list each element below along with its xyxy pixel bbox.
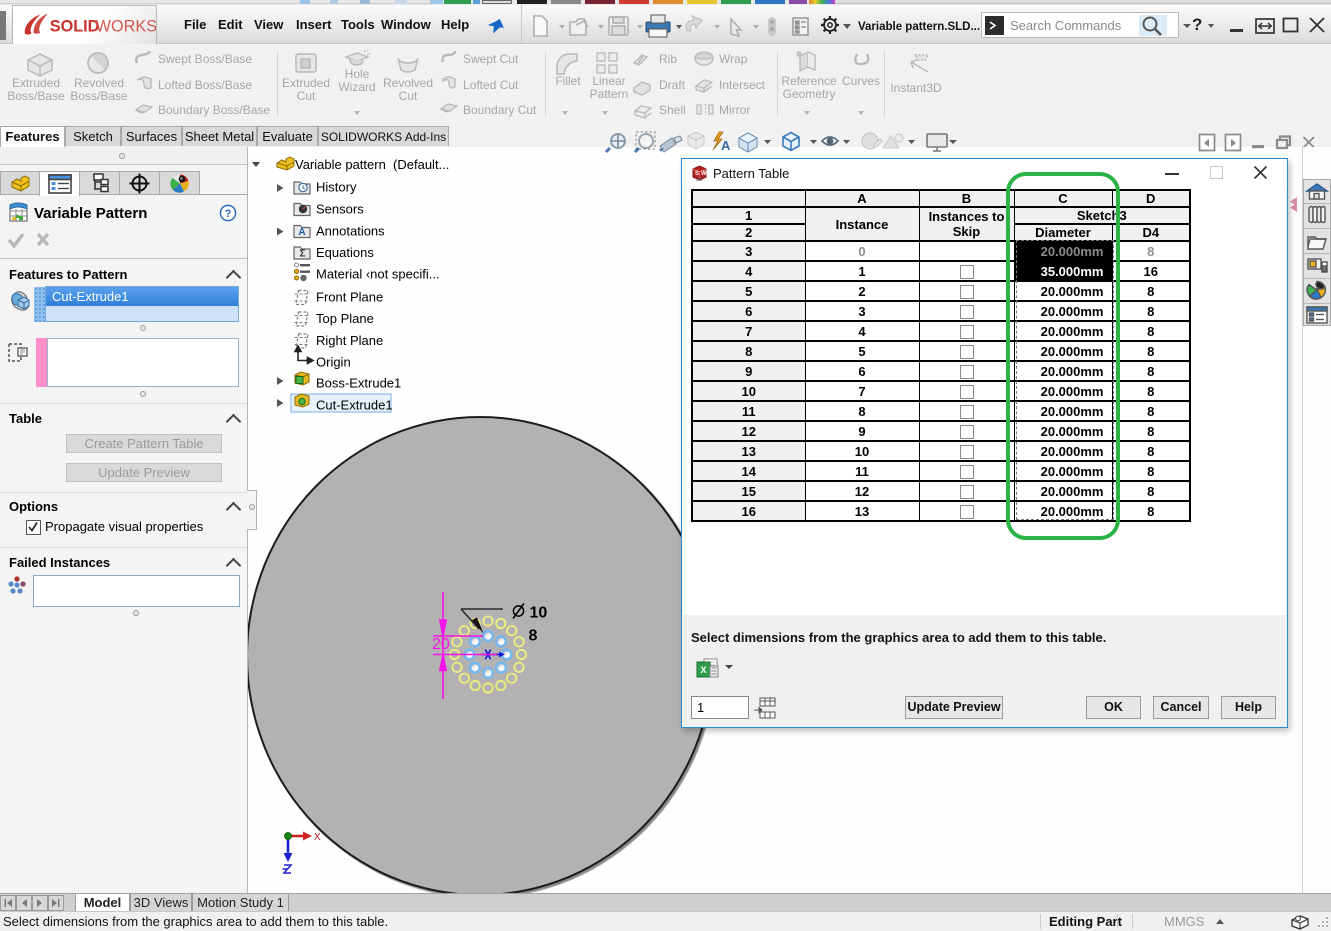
svg-text:History: History: [316, 180, 357, 195]
svg-text:Sensors: Sensors: [316, 202, 364, 217]
svg-text:Cut-Extrude1: Cut-Extrude1: [316, 398, 393, 413]
svg-text:Top Plane: Top Plane: [316, 311, 374, 326]
svg-text:Front Plane: Front Plane: [316, 290, 383, 305]
svg-text:Variable pattern (Default...: Variable pattern (Default...: [295, 157, 449, 172]
svg-text:Annotations: Annotations: [316, 224, 385, 239]
svg-text:8: 8: [529, 628, 538, 645]
svg-text:Right Plane: Right Plane: [316, 333, 383, 348]
svg-text:Boss-Extrude1: Boss-Extrude1: [316, 376, 401, 391]
svg-text:Equations: Equations: [316, 245, 374, 260]
svg-text:3D: 3D: [696, 177, 703, 183]
svg-text:A: A: [298, 227, 305, 238]
svg-text:10: 10: [530, 605, 548, 622]
svg-text:?: ?: [225, 208, 232, 220]
svg-text:A: A: [721, 138, 731, 153]
svg-text:Σ: Σ: [299, 249, 305, 260]
svg-text:X: X: [700, 665, 706, 675]
svg-text:Origin: Origin: [316, 355, 351, 370]
svg-text:20: 20: [432, 636, 450, 653]
svg-text:X: X: [314, 832, 321, 843]
svg-text:WORKS: WORKS: [96, 17, 156, 35]
svg-text:SOLID: SOLID: [50, 17, 100, 35]
svg-text:Material ‹not specifi...: Material ‹not specifi...: [316, 267, 440, 282]
